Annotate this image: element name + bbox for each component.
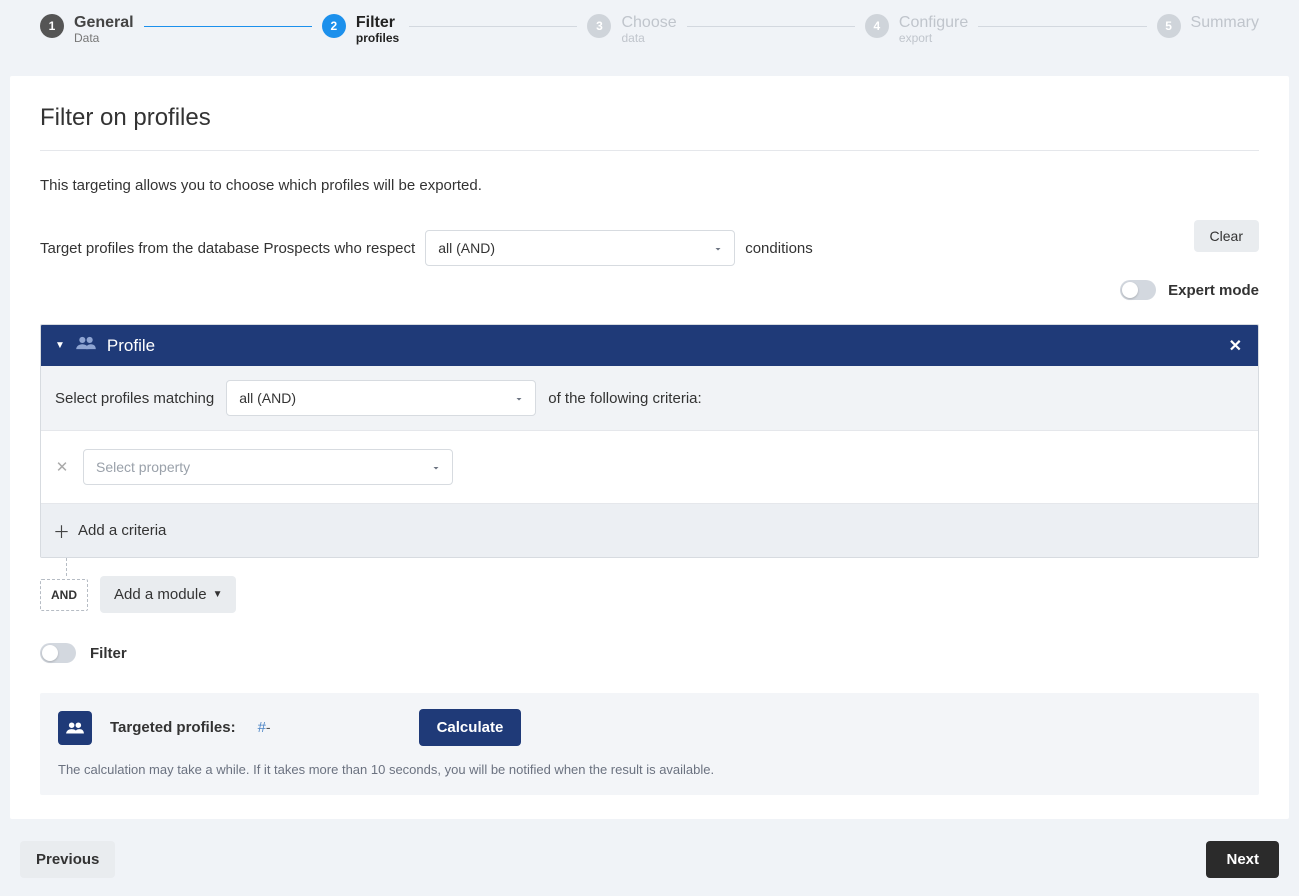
filter-toggle-label: Filter [90,645,127,662]
previous-button[interactable]: Previous [20,841,115,878]
step-title: Summary [1191,14,1259,32]
clear-button[interactable]: Clear [1194,220,1259,252]
profile-module-header[interactable]: ▼ Profile ✕ [41,325,1258,366]
filter-toggle[interactable] [40,643,76,663]
step-subtitle: profiles [356,32,399,46]
step-title: Filter [356,14,399,32]
targeted-profiles-box: Targeted profiles: #- Calculate The calc… [40,693,1259,795]
profile-module-title: Profile [107,336,155,356]
property-placeholder: Select property [96,459,190,475]
step-title: General [74,14,134,32]
remove-criteria-icon[interactable]: ✕ [55,458,69,476]
page-title: Filter on profiles [40,104,1259,132]
target-prefix-label: Target profiles from the database Prospe… [40,240,415,257]
targeted-profiles-dash: - [266,719,271,735]
calculate-button[interactable]: Calculate [419,709,522,746]
step-number: 1 [40,14,64,38]
step-title: Choose [621,14,676,32]
match-select-value: all (AND) [239,390,296,406]
step-number: 5 [1157,14,1181,38]
add-criteria-label: Add a criteria [78,522,166,539]
step-summary[interactable]: 5 Summary [1157,14,1259,38]
step-number: 3 [587,14,611,38]
match-suffix-label: of the following criteria: [548,390,701,407]
targeted-profiles-label: Targeted profiles: [110,719,236,736]
step-general[interactable]: 1 General Data [40,14,134,46]
target-suffix-label: conditions [745,240,813,257]
people-icon [75,335,97,356]
caret-down-icon: ▼ [55,340,65,351]
step-subtitle: Data [74,32,134,46]
plus-icon: ＋ [53,518,70,543]
step-connector [144,26,312,27]
add-module-label: Add a module [114,586,207,603]
and-combinator[interactable]: AND [40,579,88,611]
property-select[interactable]: Select property [83,449,453,485]
step-configure[interactable]: 4 Configure export [865,14,968,46]
match-select[interactable]: all (AND) [226,380,536,416]
step-subtitle: data [621,32,676,46]
wizard-stepper: 1 General Data 2 Filter profiles 3 Choos… [0,0,1299,76]
profile-module: ▼ Profile ✕ Select profiles matching all… [40,324,1259,558]
add-criteria-button[interactable]: ＋ Add a criteria [41,504,1258,557]
criteria-row: ✕ Select property [41,431,1258,504]
step-number: 2 [322,14,346,38]
step-filter[interactable]: 2 Filter profiles [322,14,399,46]
chevron-down-icon [712,242,724,254]
step-number: 4 [865,14,889,38]
step-choose[interactable]: 3 Choose data [587,14,676,46]
step-title: Configure [899,14,968,32]
expert-mode-toggle[interactable] [1120,280,1156,300]
match-prefix-label: Select profiles matching [55,390,214,407]
chevron-down-icon [430,461,442,473]
chevron-down-icon [513,392,525,404]
step-connector [409,26,577,27]
expert-mode-label: Expert mode [1168,282,1259,299]
step-connector [978,26,1146,27]
page-description: This targeting allows you to choose whic… [40,177,1259,194]
calculation-note: The calculation may take a while. If it … [58,762,1241,777]
conditions-select-value: all (AND) [438,240,495,256]
main-panel: Filter on profiles This targeting allows… [10,76,1289,819]
wizard-footer: Previous Next [10,829,1289,878]
conditions-select[interactable]: all (AND) [425,230,735,266]
vertical-connector [66,558,1259,576]
next-button[interactable]: Next [1206,841,1279,878]
divider [40,150,1259,151]
targeted-profiles-link[interactable]: # [258,719,266,736]
people-icon [58,711,92,745]
step-connector [687,26,855,27]
step-subtitle: export [899,32,968,46]
add-module-button[interactable]: Add a module ▼ [100,576,236,613]
close-icon[interactable]: ✕ [1227,336,1244,356]
caret-down-icon: ▼ [213,589,223,600]
